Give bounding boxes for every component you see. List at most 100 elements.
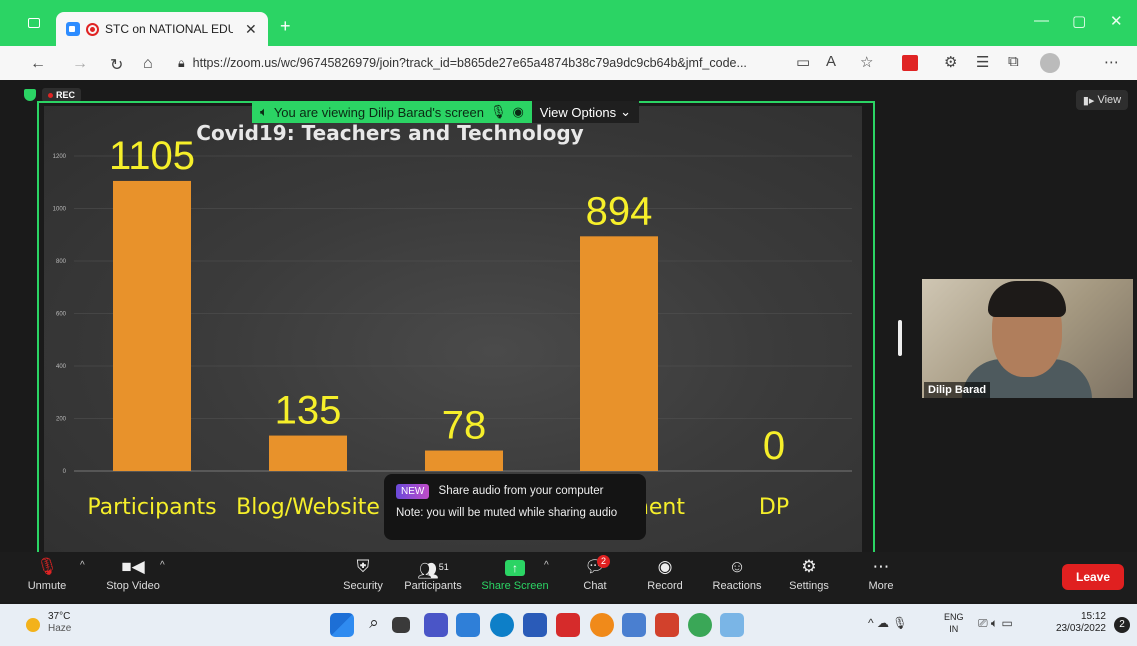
date: 23/03/2022 <box>1055 623 1106 634</box>
favorite-icon[interactable]: ☆ <box>860 53 873 71</box>
view-options-button[interactable]: View Options ⌄ <box>531 101 640 123</box>
chat-icon: 💬︎ <box>584 557 606 576</box>
y-tick-label: 800 <box>56 259 67 265</box>
rec-dot-icon <box>48 92 53 98</box>
notification-badge[interactable]: 2 <box>1114 617 1130 633</box>
chart-value-labels: 1105 135 78 894 0 <box>109 134 785 468</box>
url-field[interactable]: 🔒︎ https://zoom.us/wc/96745826979/join?t… <box>178 51 890 75</box>
recording-indicator: REC <box>24 88 82 102</box>
share-options-chevron-icon[interactable]: ^ <box>544 560 549 571</box>
read-aloud-icon[interactable]: A <box>826 53 836 70</box>
extension-icon[interactable] <box>902 55 918 71</box>
unmute-label: Unmute <box>27 580 67 592</box>
pdf-icon[interactable] <box>556 613 580 637</box>
reactions-button[interactable]: ☺ Reactions <box>702 556 772 592</box>
bar-value-label: 1105 <box>109 134 195 178</box>
new-tab-icon[interactable]: + <box>280 16 291 37</box>
address-bar-row: ← → ↻ ⌂ 🔒︎ https://zoom.us/wc/9674582697… <box>0 46 1137 80</box>
viewing-screen-banner: 🔈︎ You are viewing Dilip Barad's screen … <box>252 101 532 123</box>
chrome-icon[interactable] <box>688 613 712 637</box>
shield-icon: ⛨ <box>356 557 370 576</box>
participant-name: Dilip Barad <box>924 382 991 398</box>
stop-video-button[interactable]: ■◀ Stop Video <box>98 556 168 592</box>
weather-desc: Haze <box>48 623 72 634</box>
edge-icon[interactable] <box>490 613 514 637</box>
share-banner-text: You are viewing Dilip Barad's screen <box>273 104 484 120</box>
browser-tab[interactable]: STC on NATIONAL EDUCATI ✕ <box>56 12 268 46</box>
settings-button[interactable]: ⚙ Settings <box>774 556 844 592</box>
maximize-icon[interactable]: ▢ <box>1072 12 1086 30</box>
new-badge: NEW <box>396 484 430 499</box>
favorites-bar-icon[interactable]: ☰ <box>976 53 989 71</box>
recording-icon <box>86 22 99 36</box>
system-tray-icons[interactable]: ^ ☁ 🎙︎ <box>868 616 908 630</box>
more-button[interactable]: ⋯ More <box>846 556 916 592</box>
participants-icon: 👥︎51 <box>417 561 449 581</box>
extensions-icon[interactable]: ⚙ <box>944 53 957 71</box>
refresh-icon[interactable]: ↻ <box>110 55 123 75</box>
share-banner: 🔈︎ You are viewing Dilip Barad's screen … <box>252 101 657 123</box>
bar-value-label: 894 <box>586 189 653 233</box>
record-label: Record <box>647 580 683 592</box>
word-icon[interactable] <box>523 613 547 637</box>
participants-button[interactable]: 👥︎51 Participants <box>398 556 468 592</box>
back-icon[interactable]: ← <box>30 55 46 73</box>
close-window-icon[interactable]: ✕ <box>1110 12 1123 30</box>
chart-title: Covid19: Teachers and Technology <box>196 121 583 145</box>
y-tick-label: 1200 <box>53 154 67 160</box>
record-circle-icon: ◉ <box>512 104 524 119</box>
audio-options-chevron-icon[interactable]: ^ <box>80 560 85 571</box>
clock[interactable]: 15:12 23/03/2022 <box>1046 611 1106 635</box>
firefox-icon[interactable] <box>590 613 614 637</box>
record-button[interactable]: ◉ Record <box>630 556 700 592</box>
y-tick-label: 200 <box>56 417 67 423</box>
app-icon[interactable] <box>720 613 744 637</box>
home-icon[interactable]: ⌂ <box>143 55 153 73</box>
browser-titlebar: STC on NATIONAL EDUCATI ✕ + — ▢ ✕ <box>0 0 1137 46</box>
tab-actions-icon[interactable] <box>28 18 40 28</box>
close-tab-icon[interactable]: ✕ <box>245 21 257 38</box>
encryption-shield-icon[interactable] <box>24 89 36 101</box>
y-tick-label: 400 <box>56 364 67 370</box>
category-label: DP <box>759 495 789 520</box>
resize-handle[interactable] <box>898 320 902 356</box>
share-screen-icon: ↑ <box>480 556 550 578</box>
bar <box>269 435 347 471</box>
share-screen-button[interactable]: ↑ Share Screen <box>480 556 550 592</box>
profile-avatar[interactable] <box>1040 53 1060 73</box>
url-text: https://zoom.us/wc/96745826979/join?trac… <box>192 56 747 70</box>
y-tick-label: 600 <box>56 312 67 318</box>
powerpoint-icon[interactable] <box>655 613 679 637</box>
desktop-icon[interactable] <box>456 613 480 637</box>
start-icon[interactable] <box>330 613 354 637</box>
security-button[interactable]: ⛨ Security <box>328 556 398 592</box>
video-camera-icon: ■◀ <box>121 557 145 576</box>
participants-count: 51 <box>438 562 449 572</box>
snipping-icon[interactable] <box>622 613 646 637</box>
lang-code: ENG <box>944 612 964 622</box>
tab-title: STC on NATIONAL EDUCATI <box>105 22 233 36</box>
app-available-icon[interactable]: ▭ <box>796 53 810 71</box>
network-volume-battery-icons[interactable]: ⎚ 🔈︎ ▭ <box>978 616 1013 631</box>
forward-icon[interactable]: → <box>72 55 88 73</box>
weather-widget[interactable]: 37°C Haze <box>48 611 71 635</box>
teams-icon[interactable] <box>424 613 448 637</box>
leave-button[interactable]: Leave <box>1062 564 1124 590</box>
task-view-icon[interactable] <box>392 617 410 633</box>
mic-muted-icon: 🎙︎ <box>36 557 58 576</box>
chevron-down-icon: ⌄ <box>620 104 632 119</box>
language-indicator[interactable]: ENG IN <box>944 611 964 635</box>
search-icon[interactable]: ⌕ <box>362 613 386 637</box>
video-options-chevron-icon[interactable]: ^ <box>160 560 165 571</box>
minimize-icon[interactable]: — <box>1034 12 1049 29</box>
more-icon[interactable]: ⋯ <box>1104 53 1119 71</box>
bar <box>425 450 503 471</box>
rec-label: REC <box>56 90 76 100</box>
participant-video[interactable] <box>922 279 1133 398</box>
chat-button[interactable]: 💬︎ Chat <box>560 556 630 592</box>
collections-icon[interactable]: ⧉ <box>1008 53 1019 70</box>
chat-label: Chat <box>583 580 607 592</box>
share-audio-tooltip[interactable]: NEW Share audio from your computer Note:… <box>384 474 646 540</box>
view-button[interactable]: ▮▸ View <box>1076 90 1128 110</box>
unmute-button[interactable]: 🎙︎ Unmute <box>12 556 82 592</box>
